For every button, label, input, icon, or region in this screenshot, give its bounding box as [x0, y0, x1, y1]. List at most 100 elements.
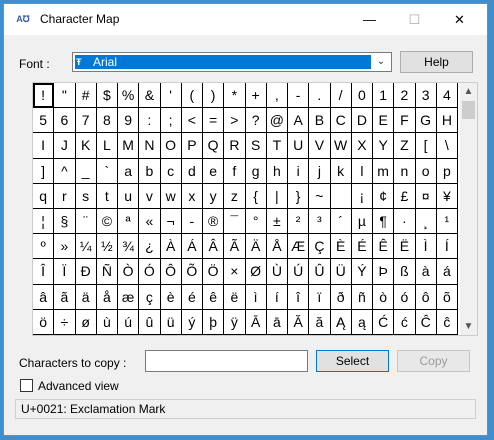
char-cell[interactable]: ã	[54, 284, 76, 310]
char-cell[interactable]: <	[181, 108, 203, 134]
char-cell[interactable]: ĉ	[436, 309, 458, 335]
char-cell[interactable]: E	[373, 108, 395, 134]
char-cell[interactable]: Ê	[373, 234, 395, 260]
char-cell[interactable]: &	[139, 83, 161, 109]
char-cell[interactable]: M	[118, 133, 140, 159]
char-cell[interactable]: i	[288, 158, 310, 184]
char-cell[interactable]: U	[288, 133, 310, 159]
char-cell[interactable]: ¹	[436, 208, 458, 235]
char-cell[interactable]: ë	[224, 284, 246, 310]
char-cell[interactable]: å	[96, 284, 118, 310]
char-cell[interactable]: ¢	[373, 183, 395, 209]
char-cell[interactable]: O	[160, 133, 182, 159]
char-cell[interactable]: A	[288, 108, 310, 134]
char-cell[interactable]: Ç	[309, 234, 331, 260]
char-cell[interactable]: º	[33, 234, 55, 260]
char-cell[interactable]: d	[181, 158, 203, 184]
char-cell[interactable]: Õ	[181, 259, 203, 285]
char-cell[interactable]: ±	[266, 208, 288, 235]
title-bar[interactable]: A℧ Character Map — ☐ ✕	[4, 4, 487, 35]
char-cell[interactable]: B	[309, 108, 331, 134]
char-cell[interactable]: .	[309, 83, 331, 109]
char-cell[interactable]: x	[181, 183, 203, 209]
char-cell[interactable]: â	[33, 284, 55, 310]
char-cell[interactable]: =	[203, 108, 225, 134]
chevron-down-icon[interactable]: ⌄	[374, 55, 388, 69]
char-cell[interactable]: [	[415, 133, 437, 159]
char-cell[interactable]: 5	[33, 108, 55, 134]
char-cell[interactable]: ¥	[436, 183, 458, 209]
char-cell[interactable]: Ñ	[96, 259, 118, 285]
char-cell[interactable]: ā	[266, 309, 288, 335]
char-cell[interactable]: (	[181, 83, 203, 109]
char-cell[interactable]: ¸	[415, 208, 437, 235]
char-cell[interactable]: Þ	[373, 259, 395, 285]
char-cell[interactable]: r	[54, 183, 76, 209]
char-cell[interactable]: Q	[203, 133, 225, 159]
char-cell[interactable]: ß	[394, 259, 416, 285]
char-cell[interactable]: Ö	[203, 259, 225, 285]
char-cell[interactable]: u	[118, 183, 140, 209]
char-cell[interactable]: 3	[415, 83, 437, 109]
char-cell[interactable]: c	[160, 158, 182, 184]
char-cell[interactable]: á	[436, 259, 458, 285]
char-cell[interactable]: Â	[203, 234, 225, 260]
char-cell[interactable]: /	[330, 83, 352, 109]
char-cell[interactable]: 7	[75, 108, 97, 134]
char-cell[interactable]: ¾	[118, 234, 140, 260]
char-cell[interactable]: î	[288, 284, 310, 310]
character-grid[interactable]: ! " # $% & '() * +, -./0 1 2 3 4 5 6 7 8 9:; < = >? @ A B C D E F G H…	[33, 83, 458, 335]
char-cell[interactable]: ~	[309, 183, 331, 209]
char-cell[interactable]: |	[266, 183, 288, 209]
char-cell[interactable]: C	[330, 108, 352, 134]
char-cell[interactable]: v	[139, 183, 161, 209]
char-cell[interactable]: b	[139, 158, 161, 184]
char-cell[interactable]: ¬	[160, 208, 182, 235]
char-cell[interactable]: Å	[266, 234, 288, 260]
char-cell[interactable]: ]	[33, 158, 55, 184]
char-cell[interactable]: Û	[309, 259, 331, 285]
char-cell[interactable]: w	[160, 183, 182, 209]
char-cell[interactable]: $	[96, 83, 118, 109]
char-cell[interactable]: 2	[394, 83, 416, 109]
char-cell[interactable]: n	[394, 158, 416, 184]
char-cell[interactable]: é	[181, 284, 203, 310]
char-cell[interactable]: Î	[33, 259, 55, 285]
char-cell[interactable]: ?	[245, 108, 267, 134]
char-cell[interactable]: L	[96, 133, 118, 159]
font-dropdown[interactable]: Arial Ŧ ⌄	[72, 52, 392, 72]
char-cell[interactable]: à	[415, 259, 437, 285]
char-cell[interactable]: q	[33, 183, 55, 209]
char-cell[interactable]: R	[224, 133, 246, 159]
char-cell[interactable]: a	[118, 158, 140, 184]
char-cell[interactable]: ý	[181, 309, 203, 335]
char-cell[interactable]: Ð	[75, 259, 97, 285]
char-cell[interactable]: +	[245, 83, 267, 109]
char-cell[interactable]: s	[75, 183, 97, 209]
char-cell[interactable]: ½	[96, 234, 118, 260]
char-cell[interactable]: @	[266, 108, 288, 134]
char-cell[interactable]: Ë	[394, 234, 416, 260]
char-cell[interactable]: G	[415, 108, 437, 134]
char-cell[interactable]: D	[351, 108, 373, 134]
char-cell[interactable]: µ	[351, 208, 373, 235]
char-cell[interactable]	[330, 183, 352, 209]
char-cell[interactable]: Ô	[160, 259, 182, 285]
scroll-down-icon[interactable]: ▼	[460, 318, 477, 335]
char-cell[interactable]: ^	[54, 158, 76, 184]
char-cell[interactable]: ú	[118, 309, 140, 335]
char-cell[interactable]: ´	[330, 208, 352, 235]
char-cell[interactable]: {	[245, 183, 267, 209]
char-cell[interactable]: ²	[288, 208, 310, 235]
char-cell[interactable]: ·	[394, 208, 416, 235]
char-cell[interactable]: Ø	[245, 259, 267, 285]
scroll-thumb[interactable]	[462, 101, 475, 119]
char-cell[interactable]: £	[394, 183, 416, 209]
char-cell[interactable]: ¯	[224, 208, 246, 235]
char-cell[interactable]: Æ	[288, 234, 310, 260]
char-cell[interactable]: ×	[224, 259, 246, 285]
char-cell[interactable]: V	[309, 133, 331, 159]
char-cell[interactable]: Ā	[245, 309, 267, 335]
char-cell[interactable]: Z	[394, 133, 416, 159]
char-cell[interactable]: h	[266, 158, 288, 184]
